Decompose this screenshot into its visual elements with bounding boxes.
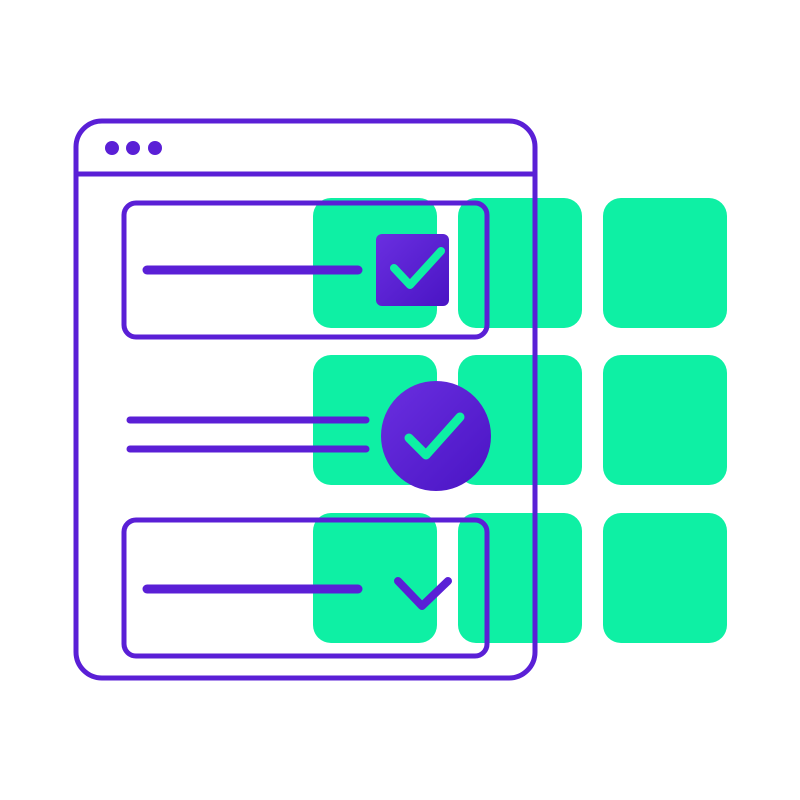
- window-controls-icon: [105, 141, 162, 155]
- form-illustration: [0, 0, 800, 800]
- window-dot: [105, 141, 119, 155]
- window-dot: [148, 141, 162, 155]
- tile: [603, 513, 727, 643]
- tile: [313, 513, 437, 643]
- check-circle-icon[interactable]: [381, 381, 491, 491]
- checked-checkbox-icon[interactable]: [376, 234, 449, 306]
- tile: [458, 513, 582, 643]
- radio-option[interactable]: [126, 381, 491, 491]
- tile: [603, 355, 727, 485]
- tile: [603, 198, 727, 328]
- form-illustration-svg: [73, 118, 727, 681]
- window-dot: [126, 141, 140, 155]
- tile: [458, 198, 582, 328]
- tile-grid: [313, 198, 727, 643]
